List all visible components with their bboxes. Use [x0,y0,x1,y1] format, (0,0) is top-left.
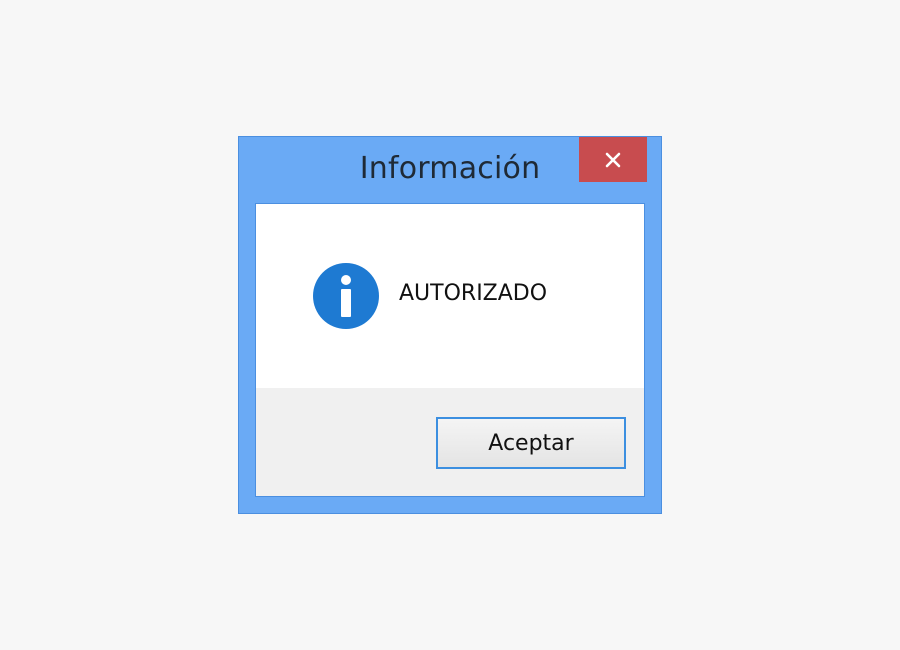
message-text: AUTORIZADO [399,281,548,306]
info-icon [313,263,379,329]
dialog-titlebar[interactable]: Información [239,137,661,203]
accept-button[interactable]: Aceptar [436,417,626,469]
button-bar: Aceptar [256,388,644,496]
message-area: AUTORIZADO [256,204,644,388]
message-dialog: Información AUTORIZADO Aceptar [238,136,662,514]
dialog-body: AUTORIZADO Aceptar [255,203,645,497]
close-icon [605,152,621,168]
close-button[interactable] [579,137,647,182]
